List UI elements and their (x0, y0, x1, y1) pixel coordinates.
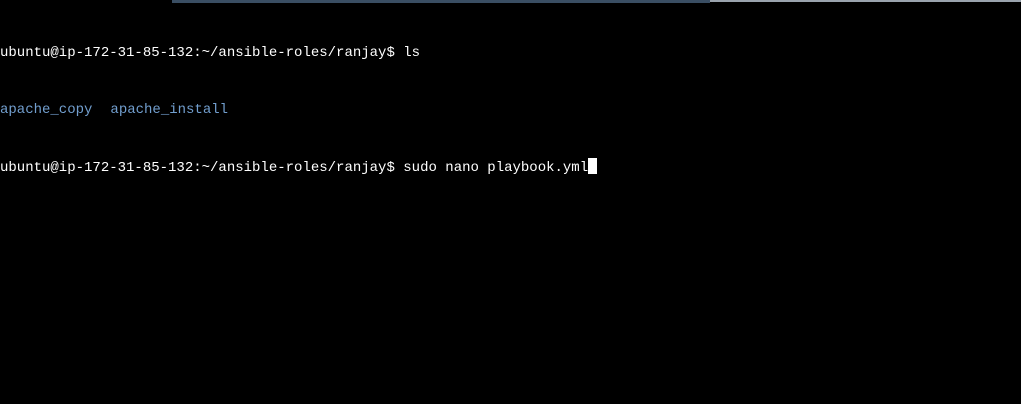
active-tab-indicator (172, 0, 710, 3)
terminal-line-3[interactable]: ubuntu@ip-172-31-85-132:~/ansible-roles/… (0, 158, 598, 177)
terminal-window[interactable]: ubuntu@ip-172-31-85-132:~/ansible-roles/… (0, 0, 1021, 404)
command-input[interactable]: sudo nano playbook.yml (403, 160, 588, 176)
directory-entry: apache_copy (0, 102, 93, 118)
directory-entry: apache_install (110, 102, 229, 118)
window-top-edge (0, 0, 1021, 3)
text-cursor (588, 158, 598, 174)
title-bar-edge (710, 0, 1021, 2)
terminal-output: ubuntu@ip-172-31-85-132:~/ansible-roles/… (0, 6, 598, 215)
command-text: ls (403, 45, 421, 61)
shell-prompt: ubuntu@ip-172-31-85-132:~/ansible-roles/… (0, 160, 395, 176)
shell-prompt: ubuntu@ip-172-31-85-132:~/ansible-roles/… (0, 45, 395, 61)
terminal-line-1: ubuntu@ip-172-31-85-132:~/ansible-roles/… (0, 44, 597, 63)
terminal-line-2: apache_copy apache_install (0, 101, 597, 120)
